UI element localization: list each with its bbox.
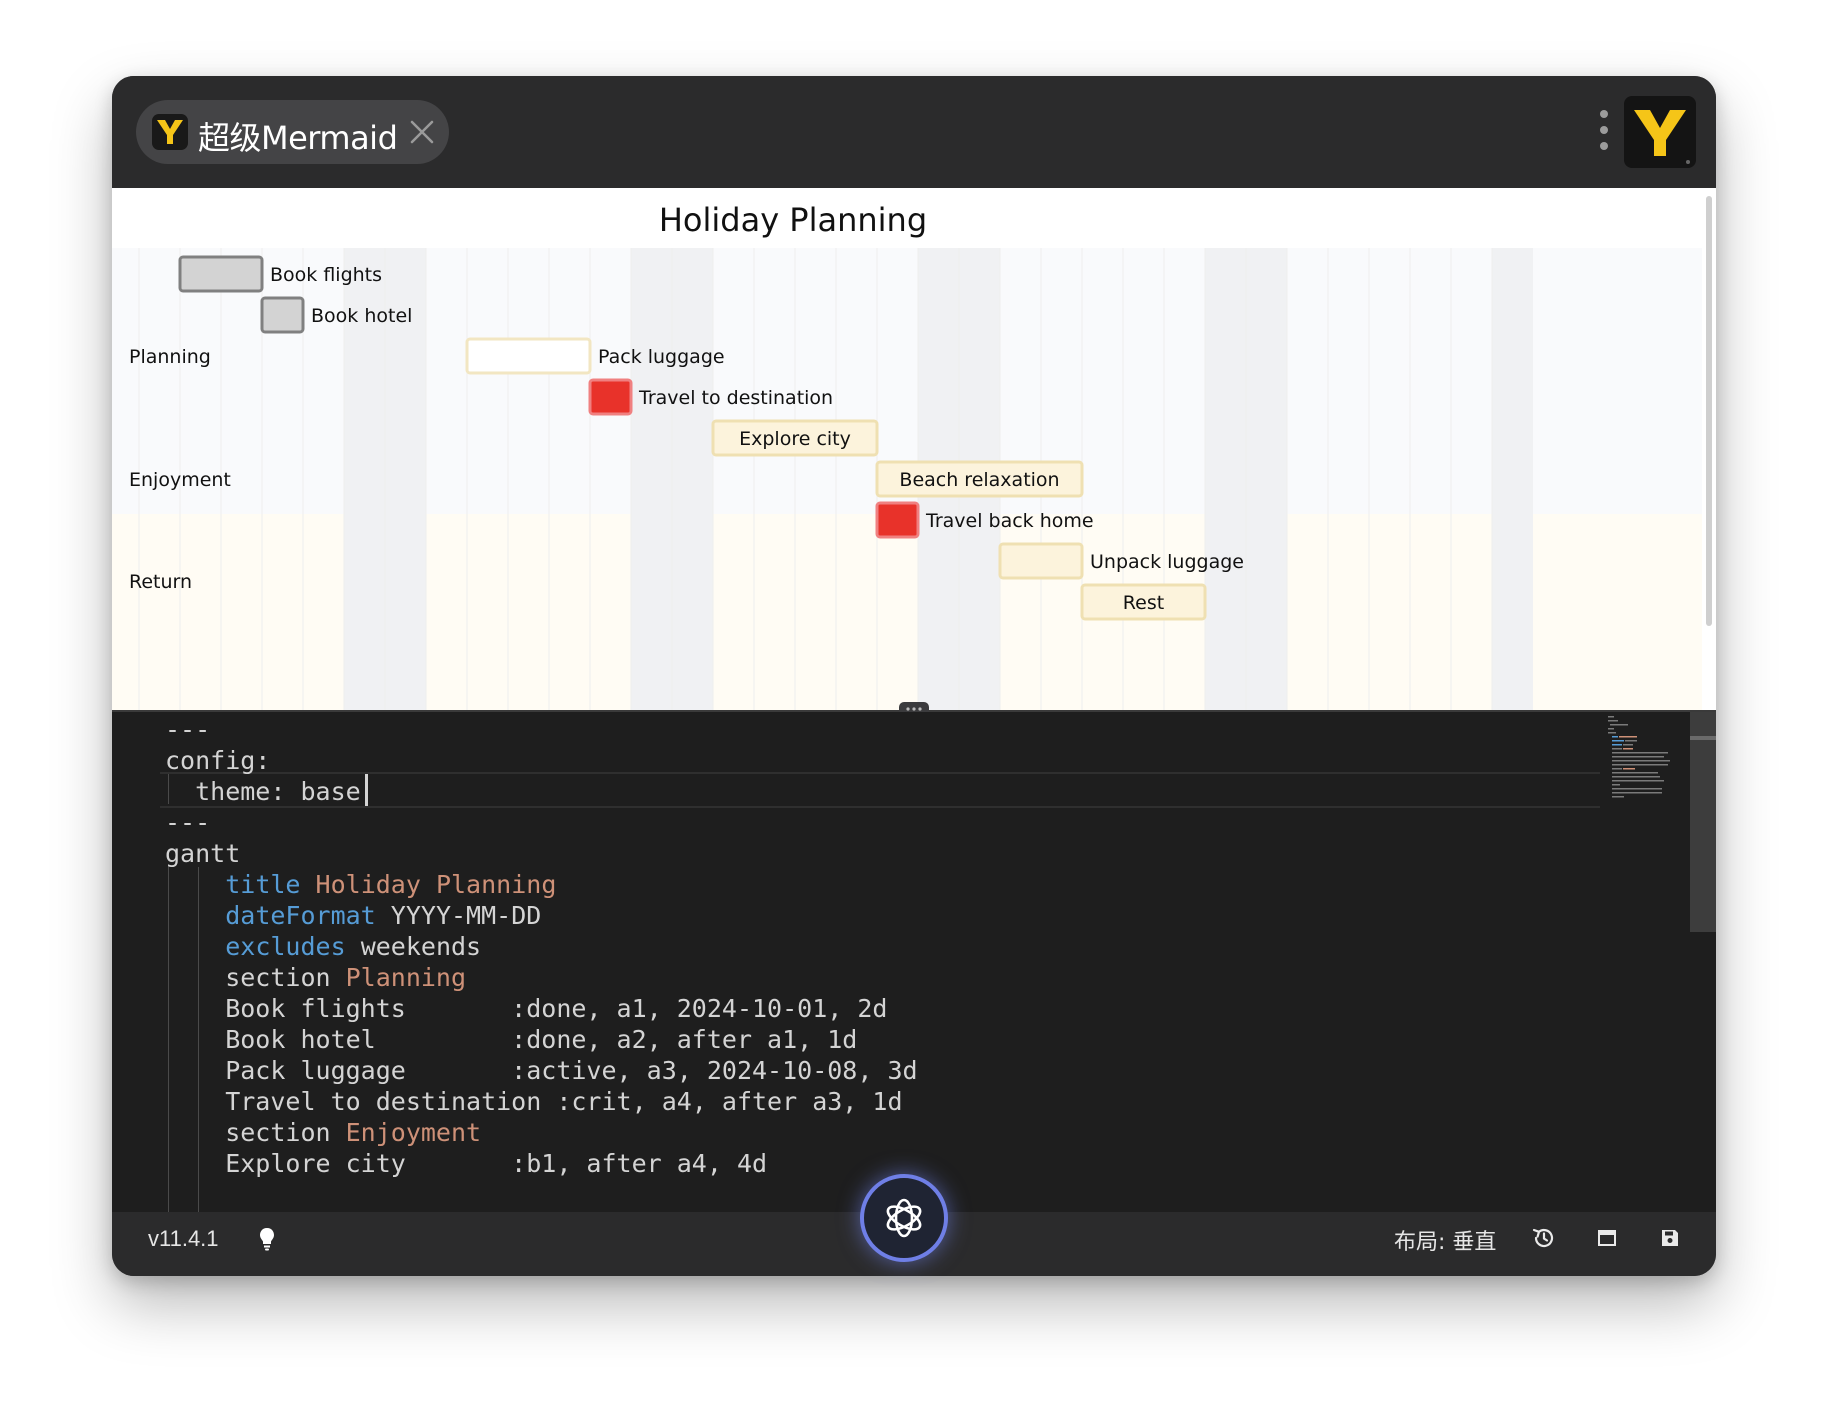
code-token: Book hotel :done, a2, after a1, 1d <box>165 1025 858 1054</box>
code-line[interactable]: Explore city :b1, after a4, 4d <box>165 1148 767 1179</box>
code-token: --- <box>165 808 211 837</box>
code-line[interactable]: gantt <box>165 838 240 869</box>
task-label: Beach relaxation <box>899 469 1059 491</box>
code-token: dateFormat <box>225 901 376 930</box>
code-token: Enjoyment <box>345 1118 482 1147</box>
task-bar <box>260 296 305 334</box>
code-token: Travel to destination :crit, a4, after a… <box>165 1087 903 1116</box>
weekend-band <box>631 248 672 710</box>
code-token: theme: base <box>165 777 376 806</box>
window-icon[interactable] <box>1593 1224 1621 1252</box>
code-editor[interactable]: --- config: theme: base --- gantt title Ho… <box>112 712 1716 1212</box>
code-token: title <box>225 870 301 899</box>
task-bar <box>588 378 633 416</box>
code-token: excludes <box>225 932 346 961</box>
task-label: Travel to destination <box>638 387 833 409</box>
code-token: gantt <box>165 839 241 868</box>
code-line[interactable]: Pack luggage :active, a3, 2024-10-08, 3d <box>165 1055 918 1086</box>
history-icon[interactable] <box>1530 1224 1558 1252</box>
app-window: 超级Mermaid Holiday Planning Planning Enjoym… <box>112 76 1716 1276</box>
code-line[interactable]: excludes weekends <box>165 931 481 962</box>
task-label: Book hotel <box>311 305 412 327</box>
weekend-band <box>1492 248 1533 710</box>
section-label: Planning <box>129 346 211 368</box>
code-line[interactable]: title Holiday Planning <box>165 869 556 900</box>
gantt-chart: Holiday Planning Planning Enjoyment Return B… <box>112 201 1702 710</box>
brand-logo-icon <box>1624 96 1696 168</box>
code-token: Holiday Planning <box>315 870 557 899</box>
code-token: section <box>165 963 346 992</box>
code-token: --- <box>165 715 211 744</box>
task-label: Rest <box>1123 592 1164 614</box>
task-bar <box>465 337 592 375</box>
title-bar: 超级Mermaid <box>112 76 1716 188</box>
weekend-band <box>672 248 713 710</box>
section-label: Enjoyment <box>129 469 231 491</box>
task-bar <box>998 542 1084 580</box>
task-bar <box>178 255 264 293</box>
tab-title: 超级Mermaid <box>198 119 398 157</box>
task-label: Unpack luggage <box>1090 551 1244 573</box>
code-token: Book flights :done, a1, 2024-10-01, 2d <box>165 994 888 1023</box>
code-token: weekends <box>345 932 482 961</box>
code-line[interactable]: section Enjoyment <box>165 1117 481 1148</box>
weekend-band <box>1246 248 1287 710</box>
code-token: Explore city :b1, after a4, 4d <box>165 1149 768 1178</box>
code-line[interactable]: theme: base <box>165 776 376 807</box>
task-bar <box>875 501 920 539</box>
more-vertical-icon[interactable] <box>1598 110 1610 154</box>
code-line[interactable]: section Planning <box>165 962 466 993</box>
section-label: Return <box>129 571 192 593</box>
close-icon[interactable] <box>408 118 436 146</box>
ai-knot-icon <box>886 1198 922 1238</box>
code-token: YYYY-MM-DD <box>375 901 542 930</box>
task-label: Travel back home <box>925 510 1094 532</box>
task-label: Book flights <box>270 264 382 286</box>
code-token: section <box>165 1118 346 1147</box>
editor-scroll-marker <box>1690 736 1716 740</box>
code-line[interactable]: Book hotel :done, a2, after a1, 1d <box>165 1024 857 1055</box>
task-label: Pack luggage <box>598 346 725 368</box>
code-line[interactable]: Travel to destination :crit, a4, after a… <box>165 1086 903 1117</box>
gantt-title: Holiday Planning <box>659 201 927 239</box>
code-line[interactable]: config: <box>165 745 270 776</box>
app-logo-icon <box>152 114 188 150</box>
code-token: config: <box>165 746 271 775</box>
layout-toggle[interactable]: 布局: 垂直 <box>1394 1224 1496 1256</box>
code-line[interactable]: Book flights :done, a1, 2024-10-01, 2d <box>165 993 887 1024</box>
code-line[interactable]: --- <box>165 714 210 745</box>
code-line[interactable]: --- <box>165 807 210 838</box>
code-line[interactable]: dateFormat YYYY-MM-DD <box>165 900 541 931</box>
code-token: Pack luggage :active, a3, 2024-10-08, 3d <box>165 1056 918 1085</box>
editor-scrollbar[interactable] <box>1690 712 1716 932</box>
weekend-band <box>1205 248 1246 710</box>
save-icon[interactable] <box>1656 1224 1684 1252</box>
task-label: Explore city <box>739 428 851 450</box>
ai-assistant-button[interactable] <box>860 1174 948 1262</box>
code-token: Planning <box>345 963 467 992</box>
current-line-highlight <box>160 772 1600 808</box>
preview-scrollbar[interactable] <box>1706 196 1712 626</box>
lightbulb-icon[interactable] <box>258 1226 276 1252</box>
diagram-preview[interactable]: Holiday Planning Planning Enjoyment Return B… <box>112 188 1716 710</box>
document-tab[interactable]: 超级Mermaid <box>136 100 449 164</box>
version-label: v11.4.1 <box>148 1226 219 1251</box>
